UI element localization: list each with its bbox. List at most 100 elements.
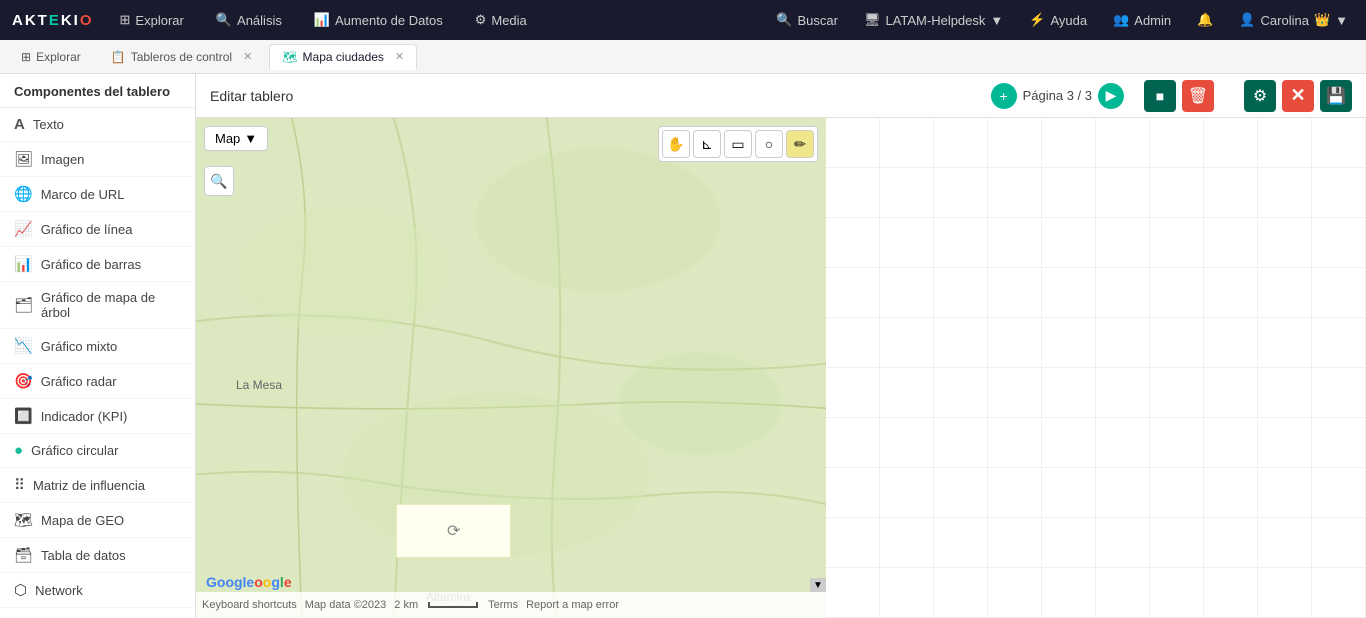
sidebar-item-indicador-kpi[interactable]: 🔲 Indicador (KPI): [0, 399, 195, 434]
nav-search[interactable]: 🔍 Buscar: [770, 8, 844, 32]
grafico-mixto-icon: 📉: [14, 337, 33, 355]
grid-cell: [1096, 418, 1150, 468]
tab-tableros-close[interactable]: ✕: [243, 50, 252, 63]
grid-cell: [880, 418, 934, 468]
save-page-btn[interactable]: ■: [1144, 80, 1176, 112]
sidebar-item-grafico-linea[interactable]: 📈 Gráfico de línea: [0, 212, 195, 247]
sidebar-item-network[interactable]: ⬡ Network: [0, 573, 195, 608]
grid-cell: [1312, 218, 1366, 268]
sidebar-item-grafico-barras[interactable]: 📊 Gráfico de barras: [0, 247, 195, 282]
report-link[interactable]: Report a map error: [526, 599, 619, 611]
grid-cell: [1096, 518, 1150, 568]
nav-aumento[interactable]: 📊 Aumento de Datos: [308, 8, 449, 32]
page-nav: + Página 3 / 3 ▶: [991, 83, 1124, 109]
grid-cell: [1150, 418, 1204, 468]
grid-cell: [826, 218, 880, 268]
grid-cell: [1150, 318, 1204, 368]
map-pan-tool[interactable]: ✋: [662, 130, 690, 158]
tab-mapa-icon: 🗺: [282, 50, 297, 64]
sidebar-item-texto[interactable]: A Texto: [0, 108, 195, 142]
edit-title: Editar tablero: [210, 88, 293, 104]
grid-cell: [880, 268, 934, 318]
loading-spinner: ⟳: [447, 521, 460, 541]
sidebar-item-marco-url[interactable]: 🌐 Marco de URL: [0, 177, 195, 212]
grid-cell: [1204, 168, 1258, 218]
nav-explorar[interactable]: ⊞ Explorar: [114, 8, 190, 32]
close-btn[interactable]: ✕: [1282, 80, 1314, 112]
grid-cell: [1096, 268, 1150, 318]
tab-mapa[interactable]: 🗺 Mapa ciudades ✕: [269, 44, 417, 70]
terms-link[interactable]: Terms: [488, 599, 518, 611]
nav-ayuda[interactable]: ⚡ Ayuda: [1023, 8, 1093, 32]
nav-notifications[interactable]: 🔔: [1191, 8, 1219, 32]
nav-analisis[interactable]: 🔍 Análisis: [210, 8, 288, 32]
tab-explorar[interactable]: ⊞ Explorar: [8, 44, 94, 70]
sidebar-item-imagen[interactable]: 🖼 Imagen: [0, 142, 195, 177]
grid-cell: [826, 568, 880, 618]
map-rect-tool[interactable]: ▭: [724, 130, 752, 158]
map-select-tool[interactable]: ⊾: [693, 130, 721, 158]
google-logo: Googleoogle: [206, 574, 292, 590]
magnify-icon: 🔍: [210, 173, 227, 190]
nav-admin[interactable]: 👥 Admin: [1107, 8, 1177, 32]
sidebar-item-matriz-influencia[interactable]: ⠿ Matriz de influencia: [0, 468, 195, 503]
grid-cell: [1204, 318, 1258, 368]
sidebar-item-grafico-circular[interactable]: ● Gráfico circular: [0, 434, 195, 468]
grid-cell: [1150, 168, 1204, 218]
nav-user[interactable]: 👤 Carolina 👑 ▼: [1233, 8, 1354, 32]
grid-cell: [880, 168, 934, 218]
grid-cell: [934, 168, 988, 218]
grid-cell: [1150, 218, 1204, 268]
grid-cell: [1150, 468, 1204, 518]
grid-cell: [880, 118, 934, 168]
map-pencil-tool[interactable]: ✏: [786, 130, 814, 158]
map-type-btn-group: Map ▼: [204, 126, 268, 151]
grid-cell: [1258, 318, 1312, 368]
grid-cell: [1042, 218, 1096, 268]
imagen-icon: 🖼: [14, 150, 33, 168]
page-prev-btn[interactable]: +: [991, 83, 1017, 109]
grid-cell: [880, 318, 934, 368]
map-type-button[interactable]: Map ▼: [204, 126, 268, 151]
grid-cell: [1096, 568, 1150, 618]
grid-cell: [934, 518, 988, 568]
nav-right: 🔍 Buscar 🖥 LATAM-Helpdesk ▼ ⚡ Ayuda 👥 Ad…: [770, 8, 1354, 32]
map-search-button[interactable]: 🔍: [204, 166, 234, 196]
sidebar-item-grafico-radar[interactable]: 🎯 Gráfico radar: [0, 364, 195, 399]
nav-media[interactable]: ⚙ Media: [469, 8, 533, 32]
save-btn[interactable]: 💾: [1320, 80, 1352, 112]
keyboard-shortcuts[interactable]: Keyboard shortcuts: [202, 599, 297, 611]
grid-cell: [826, 318, 880, 368]
page-next-btn[interactable]: ▶: [1098, 83, 1124, 109]
sidebar-item-mapa-geo[interactable]: 🗺 Mapa de GEO: [0, 503, 195, 538]
sidebar-item-grafico-mixto[interactable]: 📉 Gráfico mixto: [0, 329, 195, 364]
map-tools-group: ✋ ⊾ ▭ ○ ✏: [658, 126, 818, 162]
grid-cell: [1312, 468, 1366, 518]
grid-cell: [1258, 218, 1312, 268]
sidebar-item-tabla-datos[interactable]: 🗃 Tabla de datos: [0, 538, 195, 573]
texto-icon: A: [14, 116, 25, 133]
main-layout: Componentes del tablero A Texto 🖼 Imagen…: [0, 74, 1366, 618]
sidebar-item-grafico-arbol[interactable]: 🗂 Gráfico de mapa de árbol: [0, 282, 195, 329]
delete-page-btn[interactable]: 🗑: [1182, 80, 1214, 112]
scale-line: [428, 602, 478, 608]
grid-cell: [1204, 568, 1258, 618]
grid-cell: [934, 468, 988, 518]
location-label-lamesa: La Mesa: [236, 378, 282, 392]
tab-tableros[interactable]: 📋 Tableros de control ✕: [98, 44, 266, 70]
grid-cell: [1258, 468, 1312, 518]
grid-cell: [934, 568, 988, 618]
user-chevron: ▼: [1335, 13, 1348, 28]
nav-helpdesk[interactable]: 🖥 LATAM-Helpdesk ▼: [858, 8, 1009, 32]
crown-icon: 👑: [1314, 12, 1330, 28]
grid-cell: [934, 418, 988, 468]
tab-mapa-close[interactable]: ✕: [395, 50, 404, 63]
share-btn[interactable]: ⚙: [1244, 80, 1276, 112]
grid-cell: [1204, 118, 1258, 168]
map-circle-tool[interactable]: ○: [755, 130, 783, 158]
map-scroll-arrow[interactable]: ▼: [810, 578, 826, 592]
map-dropdown-arrow: ▼: [244, 131, 257, 146]
grid-cell: [988, 418, 1042, 468]
grid-cell: [1042, 368, 1096, 418]
aumento-icon: 📊: [314, 12, 330, 28]
